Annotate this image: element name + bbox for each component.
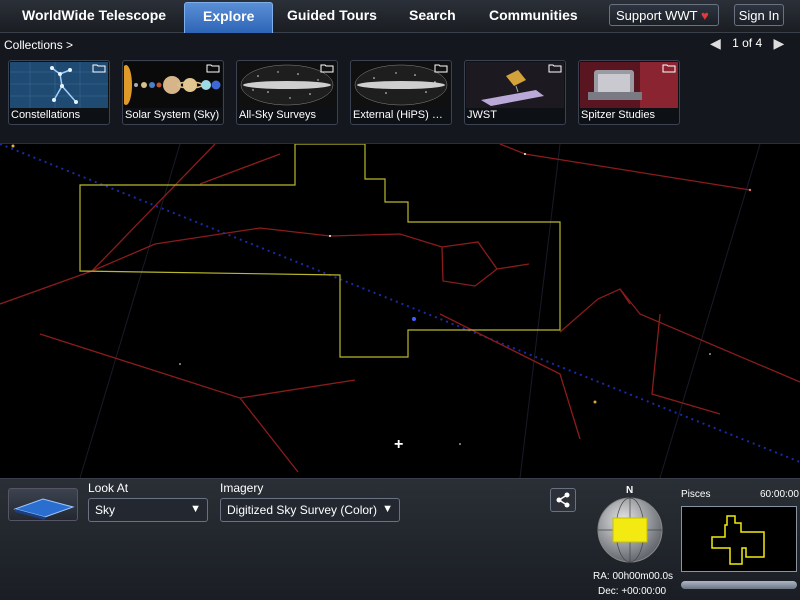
folder-icon: [548, 64, 562, 73]
bottom-control-panel: Look At Sky ▼ Imagery Digitized Sky Surv…: [0, 478, 800, 600]
collection-label: All-Sky Surveys: [239, 109, 317, 121]
sign-in-button[interactable]: Sign In: [734, 4, 784, 26]
ecliptic-line: [0, 143, 800, 463]
support-wwt-button[interactable]: Support WWT ♥: [609, 4, 719, 26]
folder-icon: [662, 64, 676, 73]
collections-ribbon: Collections > ◀ 1 of 4 ▶ Constellations: [0, 33, 800, 178]
top-menu-bar: WorldWide Telescope Explore Guided Tours…: [0, 0, 800, 33]
collection-label: External (HiPS) Sur...: [353, 109, 449, 121]
pager: ◀ 1 of 4 ▶: [710, 35, 784, 52]
collection-spitzer-studies[interactable]: Spitzer Studies: [578, 60, 680, 125]
tab-explore[interactable]: Explore: [184, 2, 274, 33]
folder-icon: [434, 64, 448, 73]
folder-icon: [206, 64, 220, 73]
tab-search[interactable]: Search: [409, 7, 456, 23]
folder-icon: [320, 64, 334, 73]
heart-icon: ♥: [701, 8, 709, 23]
share-icon: [556, 492, 570, 508]
collection-label: Spitzer Studies: [581, 109, 655, 121]
stars: [11, 144, 752, 445]
collection-label: JWST: [467, 109, 497, 121]
previous-page-icon[interactable]: ◀: [710, 35, 721, 51]
folder-icon: [92, 64, 106, 73]
look-at-label: Look At: [88, 481, 129, 495]
chevron-down-icon: ▼: [382, 503, 393, 515]
imagery-label: Imagery: [220, 481, 264, 495]
zoom-slider[interactable]: [681, 581, 797, 589]
constellation-minimap[interactable]: [681, 506, 797, 572]
support-label: Support WWT: [616, 8, 698, 23]
ra-readout: RA: 00h00m00.0s: [593, 571, 674, 582]
collection-solar-system[interactable]: Solar System (Sky): [122, 60, 224, 125]
collection-label: Constellations: [11, 109, 81, 121]
look-at-select[interactable]: Sky ▼: [88, 498, 208, 522]
tab-communities[interactable]: Communities: [489, 7, 578, 23]
layer-view-icon: [13, 498, 75, 520]
collection-constellations[interactable]: Constellations: [8, 60, 110, 125]
sky-canvas: [0, 143, 800, 479]
compass-globe[interactable]: [596, 496, 664, 564]
imagery-value: Digitized Sky Survey (Color): [227, 503, 378, 517]
constellation-lines: [0, 143, 800, 473]
imagery-select[interactable]: Digitized Sky Survey (Color) ▼: [220, 498, 400, 522]
sky-view[interactable]: +: [0, 143, 800, 479]
chevron-down-icon: ▼: [190, 503, 201, 515]
constellation-boundary: [79, 143, 561, 358]
fov-readout: 60:00:00: [760, 489, 799, 500]
share-button[interactable]: [550, 488, 576, 512]
compass-north-label: N: [626, 485, 634, 496]
constellation-name: Pisces: [681, 489, 711, 500]
collections-breadcrumb[interactable]: Collections >: [4, 38, 73, 52]
collection-label: Solar System (Sky): [125, 109, 220, 121]
view-mode-toggle[interactable]: [8, 488, 78, 521]
tab-guided-tours[interactable]: Guided Tours: [287, 7, 377, 23]
next-page-icon[interactable]: ▶: [774, 35, 785, 51]
app-title[interactable]: WorldWide Telescope: [22, 7, 166, 23]
page-indicator: 1 of 4: [732, 36, 763, 50]
dec-readout: Dec: +00:00:00: [598, 586, 667, 597]
collection-all-sky-surveys[interactable]: All-Sky Surveys: [236, 60, 338, 125]
crosshair-icon: +: [394, 436, 404, 453]
pisces-outline: [711, 515, 765, 565]
look-at-value: Sky: [95, 503, 116, 517]
collection-jwst[interactable]: JWST: [464, 60, 566, 125]
collection-external-hips[interactable]: External (HiPS) Sur...: [350, 60, 452, 125]
